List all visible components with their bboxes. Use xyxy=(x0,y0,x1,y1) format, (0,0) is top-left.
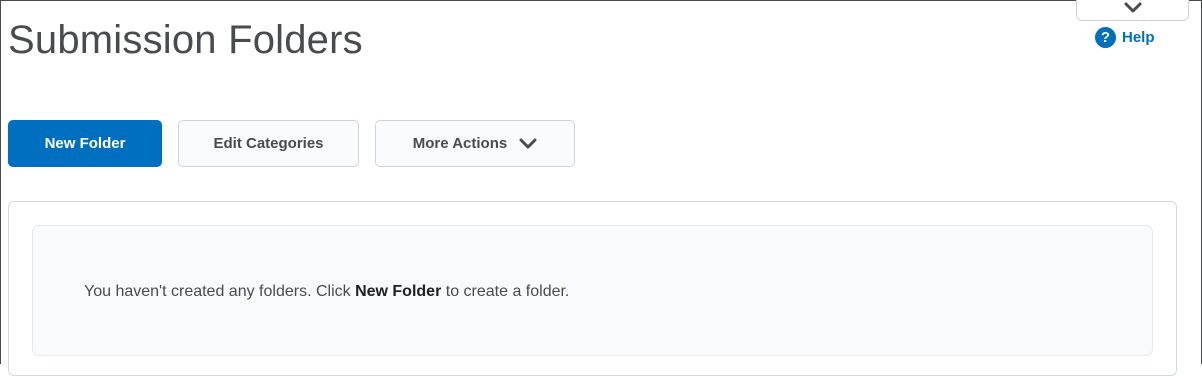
help-label: Help xyxy=(1122,29,1155,46)
question-circle-icon: ? xyxy=(1095,27,1116,48)
empty-text-before: You haven't created any folders. Click xyxy=(84,283,356,300)
page-title: Submission Folders xyxy=(8,18,363,62)
chevron-down-icon xyxy=(1124,2,1141,13)
empty-text-after: to create a folder. xyxy=(441,283,570,300)
chevron-down-icon xyxy=(519,138,537,148)
edit-categories-button[interactable]: Edit Categories xyxy=(178,120,359,167)
more-actions-button[interactable]: More Actions xyxy=(375,120,575,167)
new-folder-button[interactable]: New Folder xyxy=(8,120,162,167)
more-actions-label: More Actions xyxy=(412,135,508,152)
empty-state: You haven't created any folders. Click N… xyxy=(32,225,1153,356)
help-link[interactable]: ? Help xyxy=(1095,27,1155,48)
collapse-header-toggle[interactable] xyxy=(1076,0,1189,21)
empty-text-bold: New Folder xyxy=(355,283,442,300)
empty-state-message: You haven't created any folders. Click N… xyxy=(84,283,569,301)
